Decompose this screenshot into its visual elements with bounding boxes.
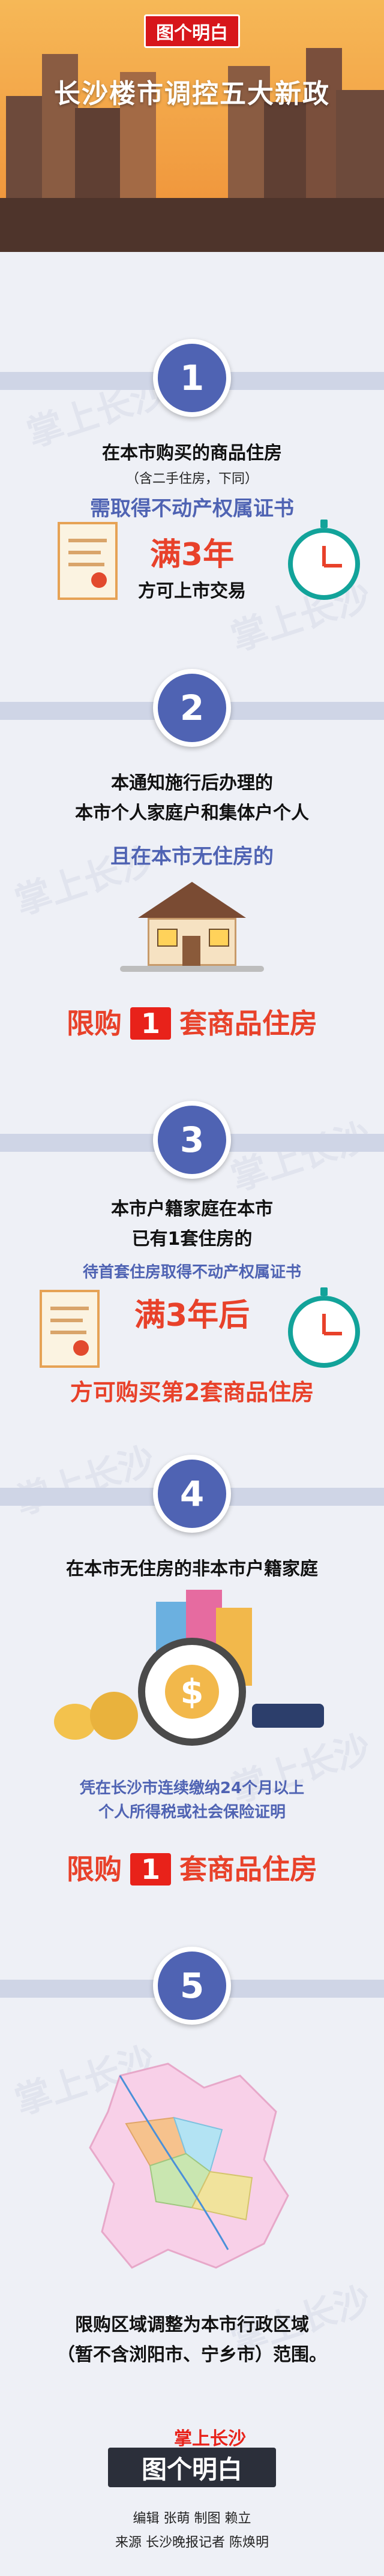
- house-icon: [120, 882, 264, 972]
- footer-brand-main: 图个明白: [108, 2448, 276, 2487]
- footer-brand-top: 掌上长沙: [174, 2428, 246, 2449]
- section-number-5: 5: [0, 1944, 384, 2034]
- limit-prefix: 限购: [66, 1853, 122, 1886]
- section2-line3: 且在本市无住房的: [110, 845, 274, 869]
- number-badge: 4: [153, 1455, 231, 1533]
- section4-line1: 在本市无住房的非本市户籍家庭: [66, 1559, 318, 1580]
- section3-line2: 已有1套住房的: [131, 1229, 253, 1250]
- number-badge: 2: [153, 669, 231, 747]
- limit-count: 1: [130, 1853, 171, 1886]
- limit-count: 1: [130, 1007, 171, 1040]
- page-title: 长沙楼市调控五大新政: [54, 79, 330, 109]
- section1-line1: 在本市购买的商品住房: [102, 443, 282, 464]
- section1-note: （含二手住房，下同）: [125, 472, 258, 487]
- section2-line1: 本通知施行后办理的: [111, 773, 273, 794]
- section5-line2: （暂不含浏阳市、宁乡市）范围。: [57, 2344, 327, 2365]
- section2-line2: 本市个人家庭户和集体户个人: [75, 803, 309, 824]
- limit-prefix: 限购: [66, 1007, 122, 1040]
- section3-line4: 方可购买第2套商品住房: [70, 1379, 314, 1406]
- section1-line3: 方可上市交易: [138, 581, 246, 602]
- section-number-4: 4: [0, 1452, 384, 1542]
- section-number-3: 3: [0, 1098, 384, 1188]
- section4-line3: 个人所得税或社会保险证明: [98, 1803, 286, 1821]
- district-map: [89, 2062, 289, 2269]
- section5-line1: 限购区域调整为本市行政区域: [75, 2314, 309, 2335]
- limit-suffix: 套商品住房: [179, 1853, 317, 1886]
- section-number-1: 1: [0, 336, 384, 426]
- money-clock-illustration: $: [54, 1590, 324, 1758]
- limit-suffix: 套商品住房: [179, 1007, 317, 1040]
- number-badge: 1: [153, 339, 231, 417]
- section3-line1: 本市户籍家庭在本市: [111, 1199, 273, 1220]
- number-badge: 3: [153, 1101, 231, 1179]
- section1-line2: 需取得不动产权属证书: [90, 497, 294, 521]
- clock-icon: [288, 1287, 360, 1368]
- section4-limit: 限购 1 套商品住房: [0, 1848, 384, 1887]
- footer-credits-1: 编辑 张萌 制图 赖立: [133, 2511, 251, 2526]
- section2-limit: 限购 1 套商品住房: [0, 1002, 384, 1041]
- footer-logo: 掌上长沙 图个明白: [108, 2424, 276, 2490]
- footer-credits-2: 来源 长沙晚报记者 陈焕明: [115, 2535, 269, 2550]
- section3-line3: 待首套住房取得不动产权属证书: [82, 1263, 301, 1281]
- number-badge: 5: [153, 1947, 231, 2025]
- section4-line2: 凭在长沙市连续缴纳24个月以上: [79, 1779, 305, 1797]
- header-banner: 图个明白 长沙楼市调控五大新政: [0, 0, 384, 252]
- section-number-2: 2: [0, 666, 384, 756]
- brand-logo: 图个明白: [144, 14, 240, 48]
